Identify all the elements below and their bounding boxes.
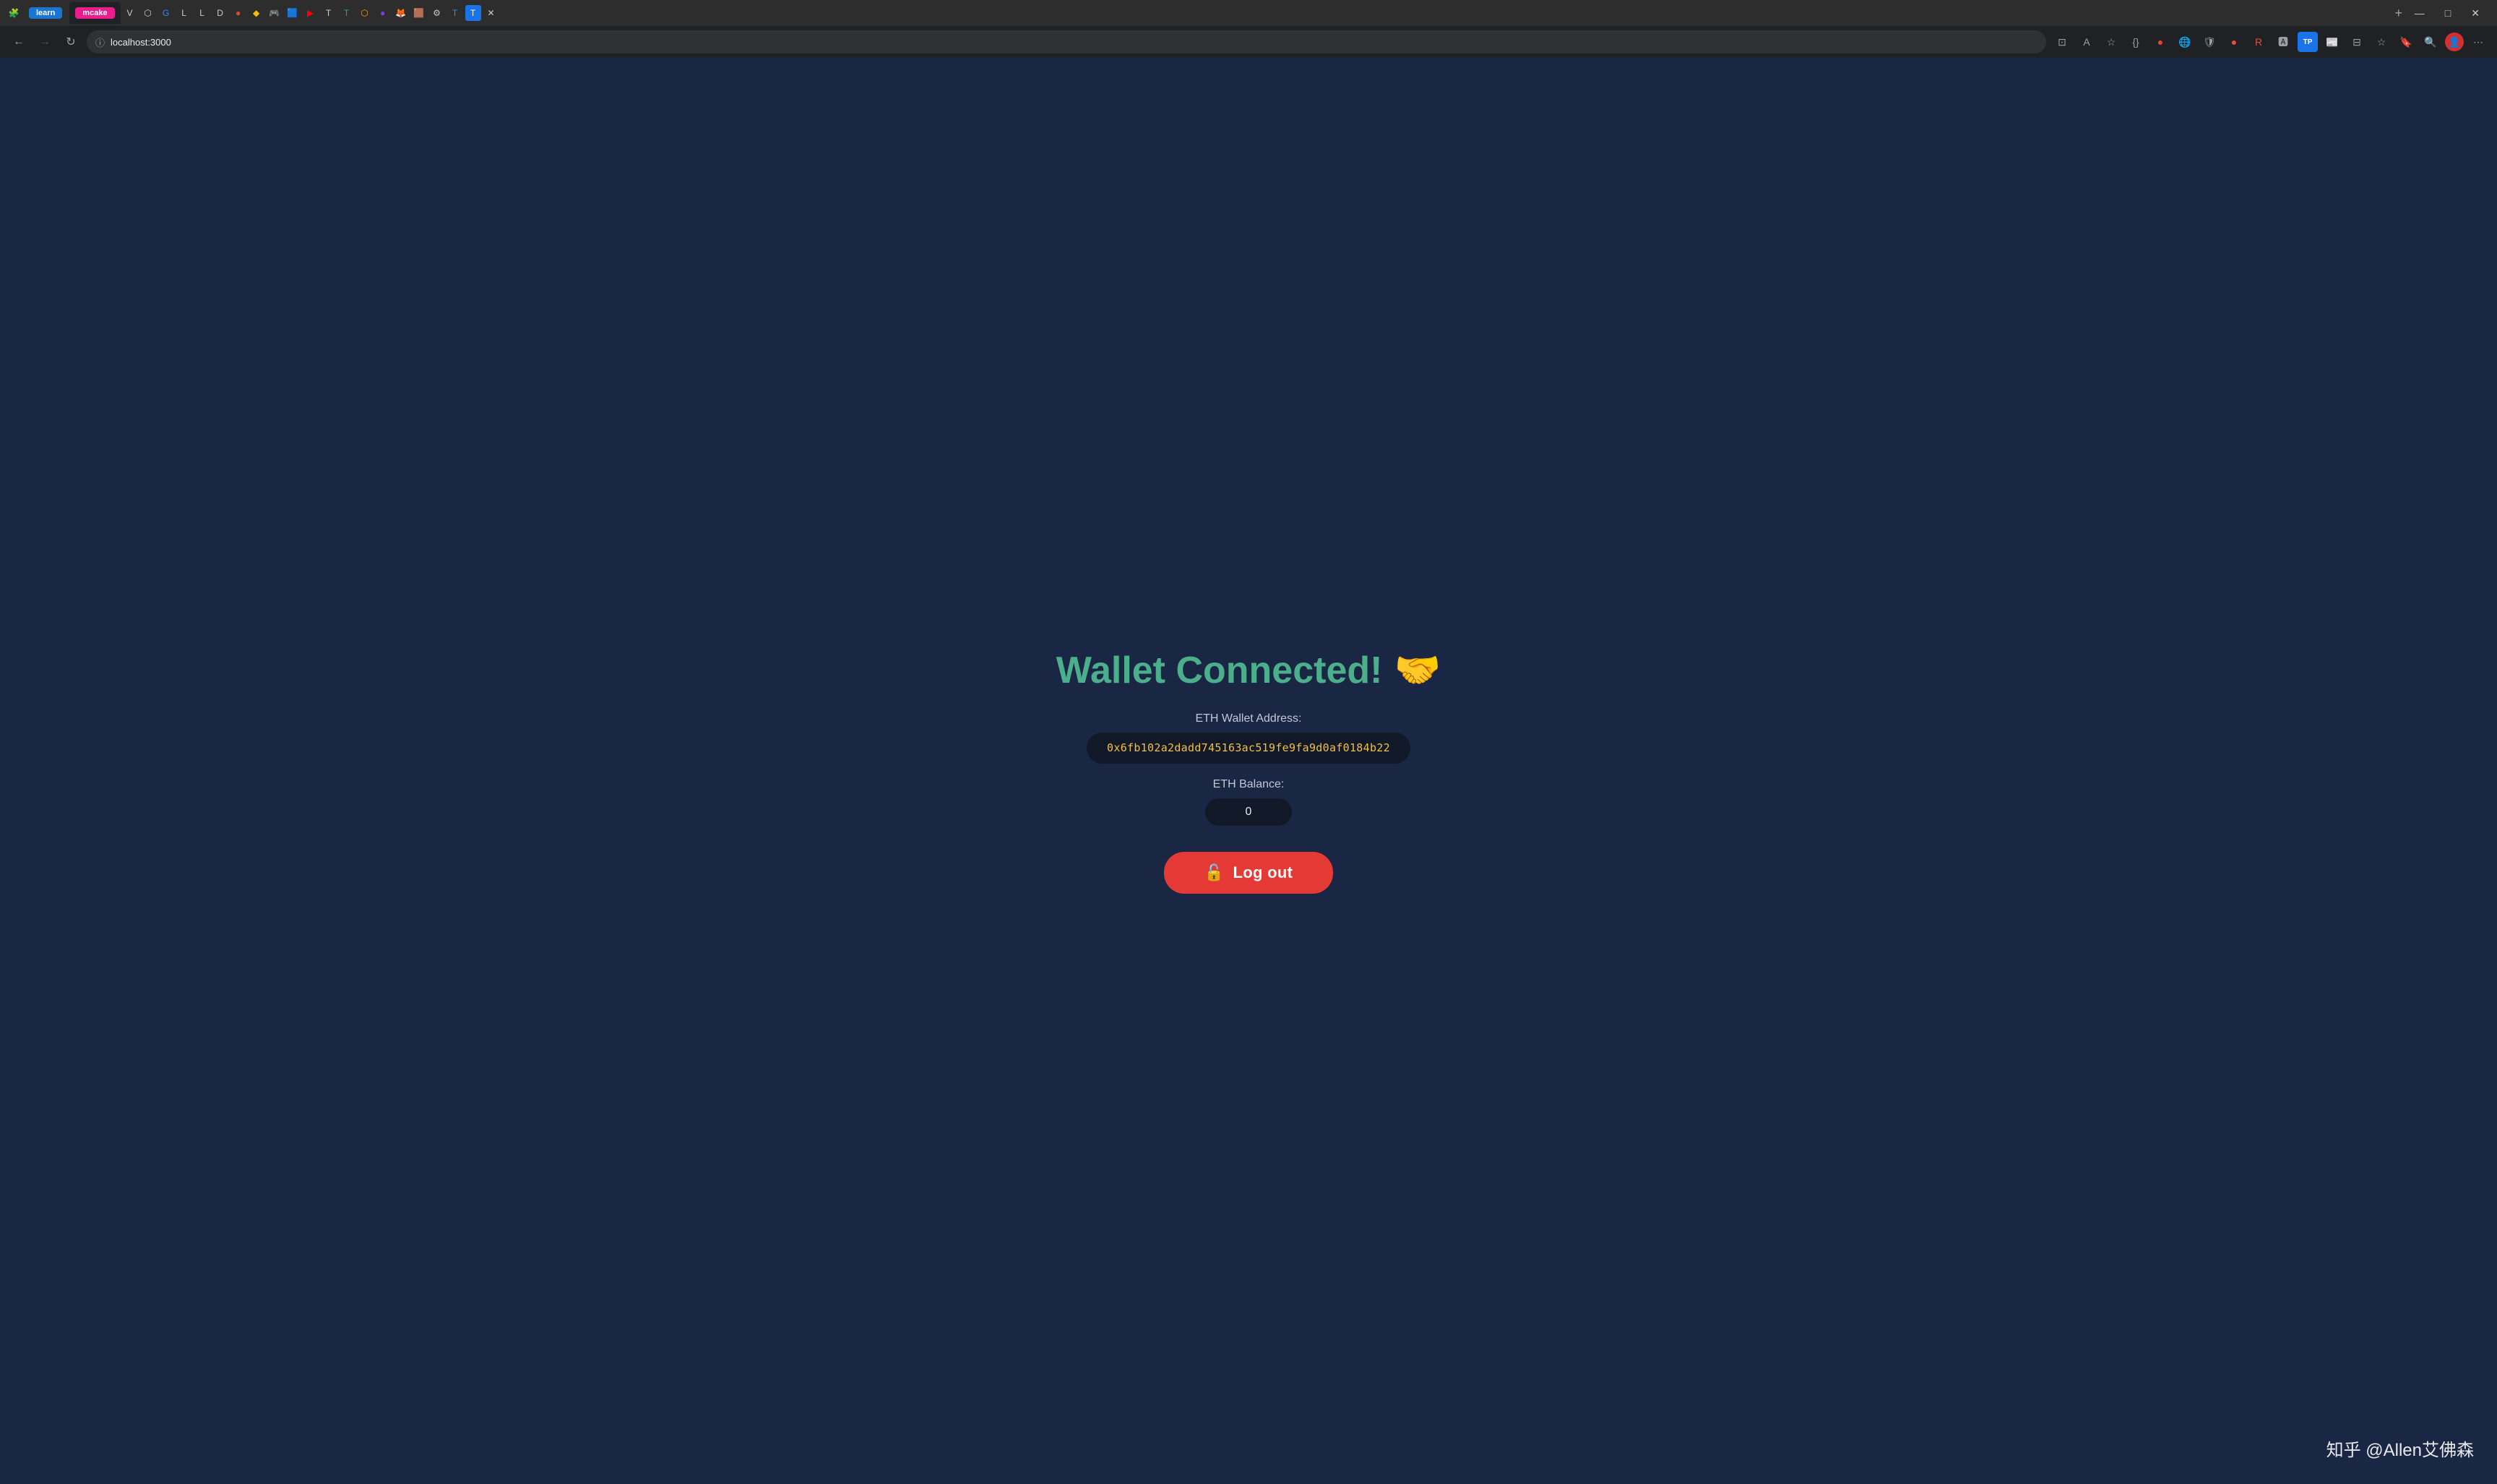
tab-icon-8[interactable]: ◆ (249, 5, 264, 21)
collections-icon[interactable]: 🔖 (2396, 32, 2416, 52)
menu-icon[interactable]: ⋯ (2468, 32, 2488, 52)
tab-mcake-label: mcake (75, 7, 114, 19)
eth-address-value: 0x6fb102a2dadd745163ac519fe9fa9d0af0184b… (1107, 741, 1390, 754)
back-button[interactable]: ← (9, 32, 29, 52)
browser-chrome: 🧩 learn mcake V ⬡ G L L D ● ◆ 🎮 🟦 ▶ T T … (0, 0, 2497, 58)
profile-icon[interactable]: 🧩 (6, 5, 22, 21)
eth-balance-box: 0 (1205, 798, 1292, 826)
cast-icon[interactable]: ⊡ (2052, 32, 2072, 52)
tab-icons-row: V ⬡ G L L D ● ◆ 🎮 🟦 ▶ T T ⬡ ● 🦊 🟫 ⚙ T T … (122, 5, 2389, 21)
handshake-emoji: 🤝 (1394, 648, 1441, 692)
bookmark-icon[interactable]: ☆ (2101, 32, 2121, 52)
eth-balance-value: 0 (1246, 806, 1252, 818)
logout-icon: 🔓 (1204, 863, 1225, 882)
tab-icon-10[interactable]: 🟦 (285, 5, 301, 21)
main-content: Wallet Connected! 🤝 ETH Wallet Address: … (0, 58, 2497, 1484)
tab-icon-9[interactable]: 🎮 (267, 5, 283, 21)
font-icon[interactable]: A (2076, 32, 2097, 52)
tab-mcake[interactable]: mcake (69, 2, 120, 24)
tab-learn[interactable]: learn (23, 2, 68, 24)
sidebar-icon[interactable]: ⊟ (2347, 32, 2367, 52)
tab-icon-3[interactable]: G (158, 5, 174, 21)
search-icon[interactable]: 🔍 (2420, 32, 2441, 52)
tab-icon-13[interactable]: T (339, 5, 355, 21)
tab-bar: 🧩 learn mcake V ⬡ G L L D ● ◆ 🎮 🟦 ▶ T T … (0, 0, 2497, 26)
ext-3-icon[interactable]: 🛡 (2199, 32, 2220, 52)
forward-button[interactable]: → (35, 32, 55, 52)
toolbar-icons: ⊡ A ☆ {} ● 🌐 🛡 ● R 🅰 TP 📰 ⊟ ☆ 🔖 🔍 👤 ⋯ (2052, 32, 2488, 52)
tab-learn-label: learn (29, 7, 62, 19)
tab-icon-active[interactable]: T (465, 5, 481, 21)
tab-icon-5[interactable]: L (194, 5, 210, 21)
security-icon: ⓘ (95, 35, 105, 49)
maximize-button[interactable]: □ (2439, 6, 2457, 21)
window-controls: — □ ✕ (2409, 6, 2491, 21)
eth-balance-label: ETH Balance: (1213, 778, 1285, 791)
watermark-text: 知乎 @Allen艾佛森 (2326, 1436, 2474, 1461)
new-tab-button[interactable]: + (2390, 4, 2407, 22)
wallet-connected-title: Wallet Connected! 🤝 (1056, 648, 1441, 692)
ext-tp-icon[interactable]: TP (2298, 32, 2318, 52)
logout-label: Log out (1233, 863, 1293, 882)
tab-icon-4[interactable]: L (176, 5, 192, 21)
ext-6-icon[interactable]: 🅰 (2273, 32, 2293, 52)
tab-icon-7[interactable]: ● (230, 5, 246, 21)
tab-icon-15[interactable]: ● (375, 5, 391, 21)
eth-address-label: ETH Wallet Address: (1195, 712, 1301, 725)
tab-icon-20[interactable]: ✕ (483, 5, 499, 21)
tab-icon-19[interactable]: T (447, 5, 463, 21)
address-bar[interactable]: ⓘ localhost:3000 (87, 30, 2046, 53)
reload-button[interactable]: ↻ (61, 32, 81, 52)
tab-icon-14[interactable]: ⬡ (357, 5, 373, 21)
tab-icon-2[interactable]: ⬡ (140, 5, 156, 21)
tab-icon-17[interactable]: 🟫 (411, 5, 427, 21)
address-bar-row: ← → ↻ ⓘ localhost:3000 ⊡ A ☆ {} ● 🌐 🛡 ● … (0, 26, 2497, 58)
tab-icon-11[interactable]: ▶ (303, 5, 319, 21)
reader-icon[interactable]: 📰 (2322, 32, 2342, 52)
ext-1-icon[interactable]: ● (2150, 32, 2170, 52)
tab-icon-6[interactable]: D (212, 5, 228, 21)
tab-icon-1[interactable]: V (122, 5, 138, 21)
ext-4-icon[interactable]: ● (2224, 32, 2244, 52)
wallet-connected-text: Wallet Connected! (1056, 649, 1383, 692)
favorites-icon[interactable]: ☆ (2371, 32, 2392, 52)
minimize-button[interactable]: — (2409, 6, 2431, 21)
url-display: localhost:3000 (111, 37, 171, 48)
close-button[interactable]: ✕ (2465, 6, 2485, 21)
logout-button[interactable]: 🔓 Log out (1164, 852, 1333, 894)
tab-icon-18[interactable]: ⚙ (429, 5, 445, 21)
eth-address-box: 0x6fb102a2dadd745163ac519fe9fa9d0af0184b… (1087, 733, 1410, 764)
tab-icon-16[interactable]: 🦊 (393, 5, 409, 21)
account-icon[interactable]: 👤 (2445, 33, 2464, 51)
ext-5-icon[interactable]: R (2248, 32, 2269, 52)
devtools-icon[interactable]: {} (2126, 32, 2146, 52)
tab-icon-12[interactable]: T (321, 5, 337, 21)
ext-2-icon[interactable]: 🌐 (2175, 32, 2195, 52)
